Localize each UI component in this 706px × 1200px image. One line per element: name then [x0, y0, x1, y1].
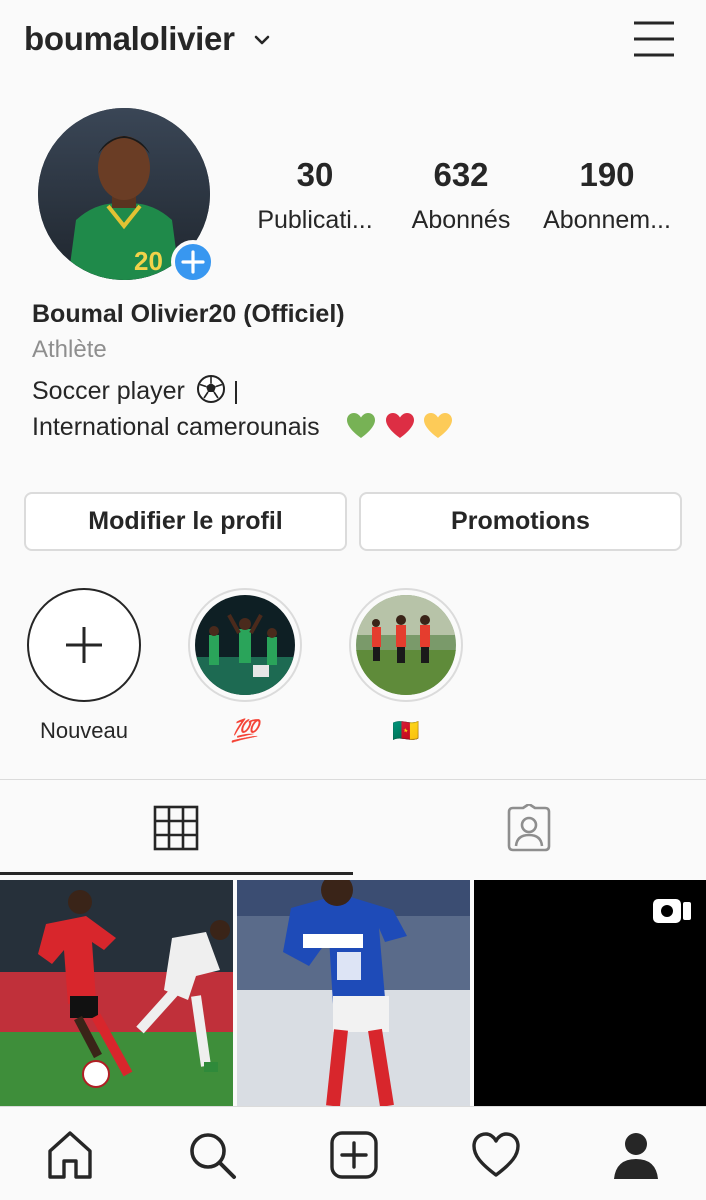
stat-following-label: Abonnem... — [543, 206, 671, 234]
add-story-badge[interactable] — [171, 240, 215, 284]
edit-profile-button[interactable]: Modifier le profil — [24, 492, 347, 551]
highlight-100-circle[interactable] — [188, 588, 302, 702]
new-post-icon[interactable] — [328, 1129, 380, 1181]
highlight-cameroon[interactable]: 🇨🇲 — [344, 588, 468, 746]
green-heart-icon — [346, 413, 375, 438]
plus-icon — [181, 250, 205, 274]
soccer-ball-icon — [196, 375, 225, 403]
chevron-down-icon[interactable] — [252, 30, 272, 50]
stat-following[interactable]: 190 Abonnem... — [532, 156, 682, 235]
plus-icon — [66, 627, 102, 663]
active-tab-indicator — [0, 872, 353, 875]
profile-category: Athlète — [32, 336, 107, 363]
tab-tagged-posts[interactable] — [353, 780, 706, 876]
stat-following-value: 190 — [579, 156, 635, 193]
hamburger-menu-icon[interactable] — [630, 18, 678, 60]
profile-icon[interactable] — [610, 1129, 662, 1181]
posts-grid — [0, 880, 706, 1106]
tab-grid-posts[interactable] — [0, 780, 353, 876]
video-post-thumbnail[interactable] — [474, 880, 706, 1106]
svg-text:20: 20 — [134, 246, 163, 276]
bio-line-2-text: International camerounais — [32, 413, 320, 441]
profile-tabs — [0, 780, 706, 876]
highlight-cameroon-label: 🇨🇲 — [392, 718, 420, 743]
bottom-navigation — [0, 1106, 706, 1200]
search-icon[interactable] — [186, 1129, 238, 1181]
username-title[interactable]: boumalolivier — [24, 20, 235, 58]
highlight-100-image — [195, 595, 295, 695]
bio-line-1-suffix: | — [232, 377, 240, 405]
display-name: Boumal Olivier20 (Officiel) — [32, 300, 345, 328]
heart-activity-icon[interactable] — [470, 1129, 522, 1181]
stat-followers-label: Abonnés — [411, 206, 511, 234]
yellow-heart-icon — [424, 413, 453, 438]
profile-bio: Boumal Olivier20 (Officiel) Athlète Socc… — [32, 300, 682, 450]
profile-stats: 30 Publicati... 632 Abonnés 190 Abonnem.… — [240, 156, 690, 246]
profile-avatar-container[interactable]: 20 — [38, 108, 215, 284]
top-bar: boumalolivier — [0, 0, 706, 84]
highlight-cameroon-circle[interactable] — [349, 588, 463, 702]
tagged-person-icon — [507, 804, 551, 852]
highlight-new-label: Nouveau — [39, 718, 129, 743]
stat-posts-label: Publicati... — [257, 206, 373, 234]
bio-line-1: Soccer player | — [32, 374, 682, 412]
highlight-new-circle[interactable] — [27, 588, 141, 702]
grid-icon — [153, 805, 199, 851]
red-heart-icon — [385, 413, 414, 438]
promotions-button[interactable]: Promotions — [359, 492, 682, 551]
bio-line-1-text: Soccer player — [32, 377, 185, 405]
highlight-100[interactable]: 💯 — [183, 588, 307, 746]
stat-followers[interactable]: 632 Abonnés — [386, 156, 536, 235]
stat-posts-value: 30 — [296, 156, 334, 193]
stat-posts[interactable]: 30 Publicati... — [240, 156, 390, 235]
highlight-new[interactable]: Nouveau — [22, 588, 146, 746]
post-thumbnail[interactable] — [0, 880, 233, 1106]
home-icon[interactable] — [44, 1129, 96, 1181]
bio-line-2: International camerounais — [32, 412, 682, 450]
video-camera-icon — [653, 899, 691, 923]
post-thumbnail[interactable] — [237, 880, 470, 1106]
highlight-100-label: 💯 — [231, 718, 259, 743]
highlight-cameroon-image — [356, 595, 456, 695]
stat-followers-value: 632 — [433, 156, 489, 193]
